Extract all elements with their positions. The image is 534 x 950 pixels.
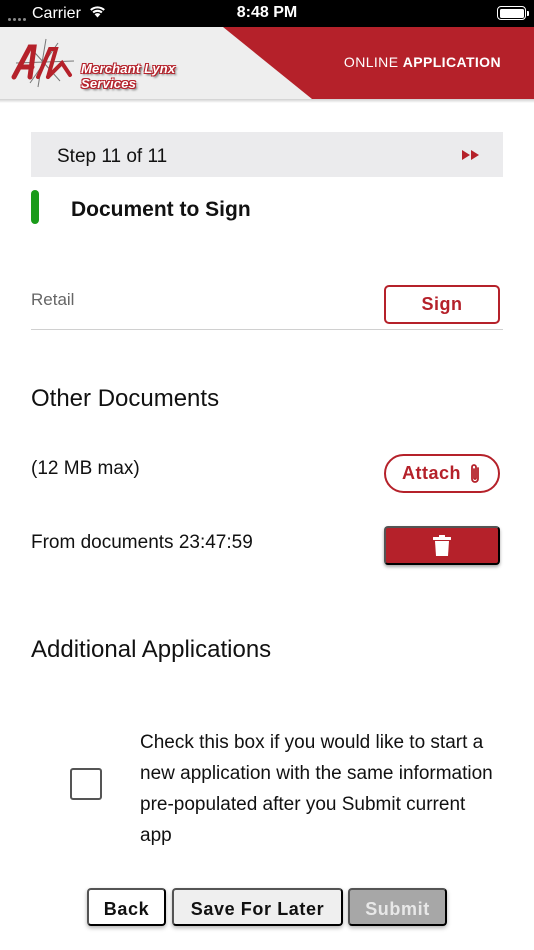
new-application-checkbox-label: Check this box if you would like to star…: [140, 732, 493, 846]
status-bar: Carrier 8:48 PM: [0, 0, 534, 27]
app-header: Merchant Lynx Services ONLINE APPLICATIO…: [0, 27, 534, 99]
trash-icon: [433, 534, 451, 556]
header-title-prefix: ONLINE: [343, 54, 399, 70]
divider: [31, 329, 503, 330]
fast-forward-icon[interactable]: [461, 148, 481, 166]
logo: Merchant Lynx Services: [8, 37, 222, 91]
save-for-later-button[interactable]: Save For Later: [172, 888, 343, 926]
header-title-suffix: APPLICATION: [402, 54, 501, 70]
sign-button[interactable]: Sign: [384, 285, 500, 324]
attach-button[interactable]: Attach: [384, 454, 500, 493]
battery-icon: [497, 6, 529, 20]
header-title: ONLINE APPLICATION: [344, 54, 501, 70]
attached-file-name: From documents 23:47:59: [31, 532, 253, 553]
step-indicator: Step 11 of 11: [31, 132, 503, 177]
attach-label: Attach: [401, 463, 461, 483]
additional-applications-title: Additional Applications: [31, 636, 272, 663]
size-limit-label: (12 MB max): [31, 458, 140, 479]
document-name: Retail: [31, 290, 75, 309]
step-label: Step 11 of 11: [57, 146, 168, 167]
section-accent-bar: [31, 190, 39, 224]
status-time: 8:48 PM: [236, 4, 298, 21]
header-shadow: [0, 99, 534, 103]
submit-button[interactable]: Submit: [348, 888, 447, 926]
logo-mark-icon: [11, 38, 75, 88]
logo-text: Merchant Lynx Services: [81, 61, 176, 91]
paperclip-icon: [471, 463, 479, 483]
other-documents-title: Other Documents: [31, 385, 220, 412]
delete-file-button[interactable]: [384, 526, 500, 565]
back-button[interactable]: Back: [87, 888, 166, 926]
document-to-sign-title: Document to Sign: [71, 198, 251, 221]
new-application-checkbox[interactable]: [70, 768, 102, 800]
